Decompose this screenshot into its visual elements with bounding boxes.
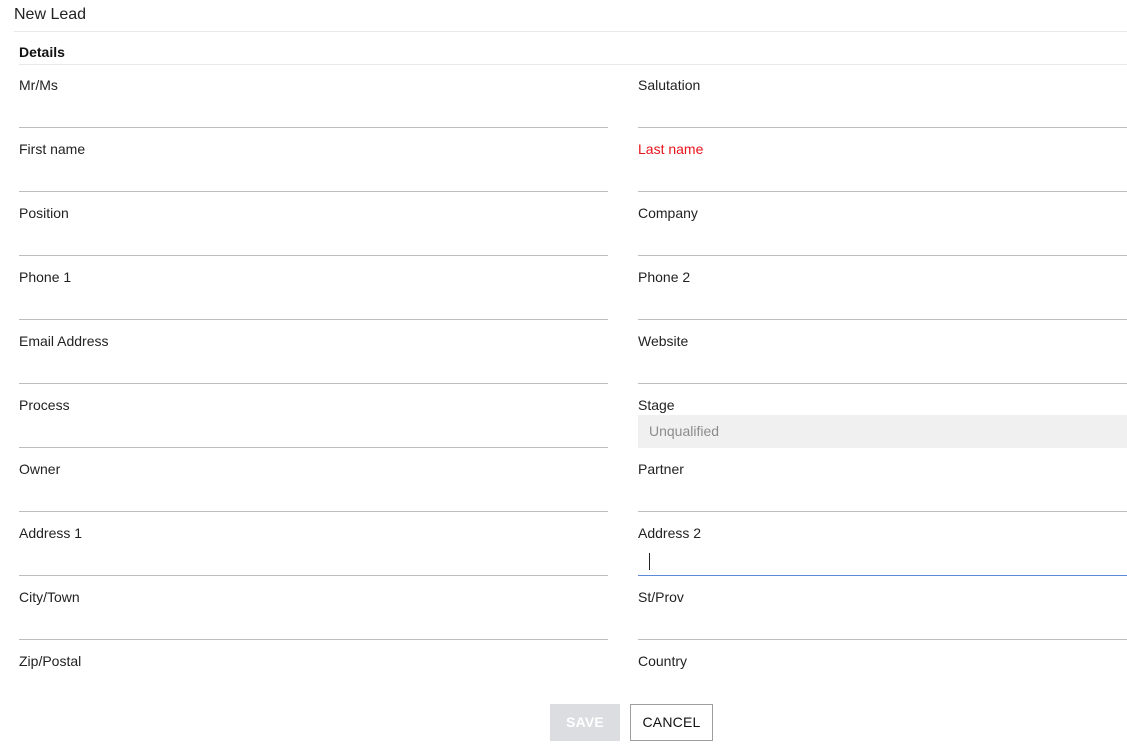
website-field: Website [638,320,1127,384]
country-field: Country [638,640,1127,704]
page-title: New Lead [14,6,87,23]
process-field: Process [19,384,608,448]
zip-field: Zip/Postal [19,640,608,704]
save-button[interactable]: SAVE [550,704,620,741]
stage-label: Stage [638,397,675,413]
first-name-input[interactable] [19,161,608,192]
city-field: City/Town [19,576,608,640]
address1-label: Address 1 [19,525,83,541]
stage-input: Unqualified [638,415,1127,448]
st-prov-input[interactable] [638,609,1127,640]
email-field: Email Address [19,320,608,384]
company-label: Company [638,205,698,221]
partner-label: Partner [638,461,684,477]
text-caret [649,553,650,570]
city-label: City/Town [19,589,80,605]
st-prov-field: St/Prov [638,576,1127,640]
partner-field: Partner [638,448,1127,512]
email-label: Email Address [19,333,109,349]
address2-field: Address 2 [638,512,1127,576]
salutation-field: Salutation [638,64,1127,128]
website-input[interactable] [638,353,1127,384]
address2-input[interactable] [638,545,1127,576]
salutation-label: Salutation [638,77,701,93]
position-input[interactable] [19,225,608,256]
stage-field: Stage Unqualified [638,384,1127,448]
country-input[interactable] [638,673,1127,704]
mr-ms-field: Mr/Ms [19,64,608,128]
phone1-label: Phone 1 [19,269,72,285]
owner-field: Owner [19,448,608,512]
city-input[interactable] [19,609,608,640]
process-label: Process [19,397,70,413]
phone2-label: Phone 2 [638,269,691,285]
phone2-input[interactable] [638,289,1127,320]
new-lead-form: New Lead Details Mr/Ms Salutation First … [0,0,1127,745]
country-label: Country [638,653,688,669]
last-name-field: Last name [638,128,1127,192]
company-input[interactable] [638,225,1127,256]
owner-input[interactable] [19,481,608,512]
phone2-field: Phone 2 [638,256,1127,320]
last-name-label: Last name [638,141,704,157]
owner-label: Owner [19,461,61,477]
mr-ms-input[interactable] [19,97,608,128]
address1-field: Address 1 [19,512,608,576]
mr-ms-label: Mr/Ms [19,77,58,93]
company-field: Company [638,192,1127,256]
address2-label: Address 2 [638,525,702,541]
address1-input[interactable] [19,545,608,576]
phone1-input[interactable] [19,289,608,320]
st-prov-label: St/Prov [638,589,684,605]
zip-label: Zip/Postal [19,653,82,669]
partner-input[interactable] [638,481,1127,512]
website-label: Website [638,333,689,349]
process-input[interactable] [19,417,608,448]
first-name-label: First name [19,141,86,157]
details-section-header: Details [19,44,1127,65]
email-input[interactable] [19,353,608,384]
title-bar: New Lead [14,5,1127,32]
phone1-field: Phone 1 [19,256,608,320]
cancel-button[interactable]: CANCEL [630,704,713,741]
salutation-input[interactable] [638,97,1127,128]
last-name-input[interactable] [638,161,1127,192]
position-field: Position [19,192,608,256]
first-name-field: First name [19,128,608,192]
position-label: Position [19,205,69,221]
section-title: Details [19,44,65,60]
zip-input[interactable] [19,673,608,704]
